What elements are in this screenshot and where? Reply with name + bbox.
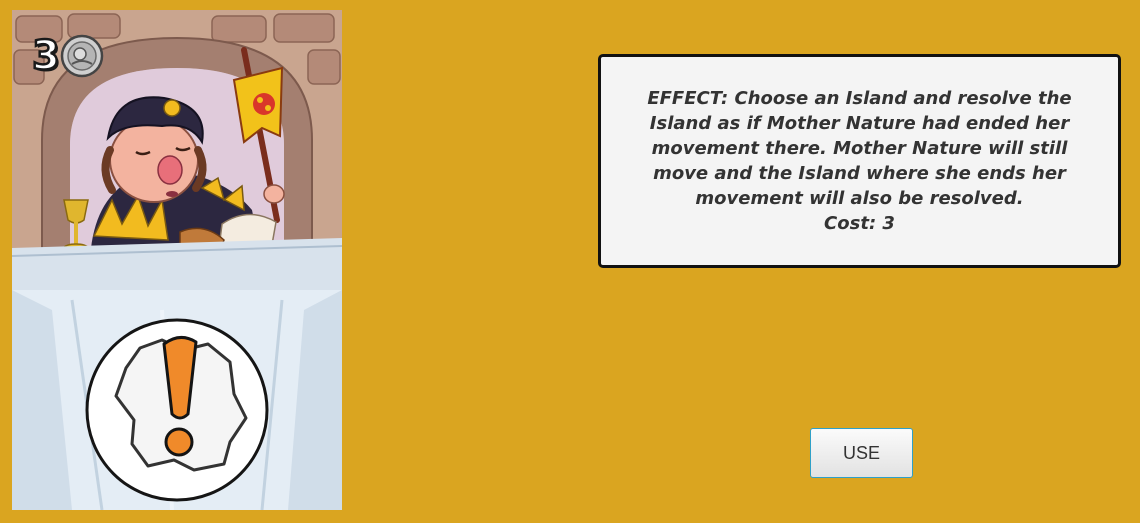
coin-with-character-icon: [60, 34, 104, 78]
character-card[interactable]: 3: [12, 10, 342, 510]
herald-head: [109, 117, 199, 203]
effect-text: EFFECT: Choose an Island and resolve the…: [647, 88, 1072, 209]
effect-description-panel: EFFECT: Choose an Island and resolve the…: [598, 54, 1121, 268]
use-button[interactable]: USE: [810, 428, 913, 478]
goblet: [63, 199, 89, 224]
effect-content: EFFECT: Choose an Island and resolve the…: [621, 86, 1098, 236]
card-cost-number: 3: [31, 32, 61, 81]
cost-badge: 3: [30, 30, 114, 88]
effect-cost: Cost: 3: [824, 213, 895, 234]
